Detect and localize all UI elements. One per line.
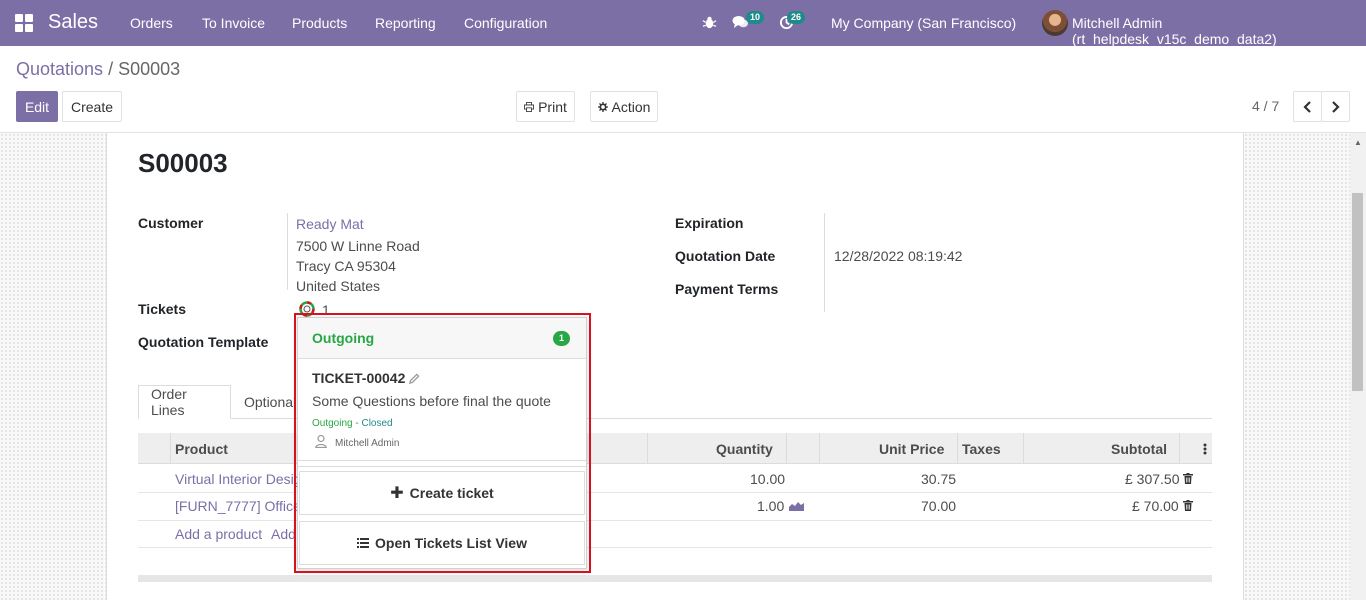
menu-configuration[interactable]: Configuration <box>464 15 547 31</box>
add-section-link[interactable]: Add <box>271 526 296 542</box>
address-country: United States <box>296 278 381 294</box>
quotation-date-label: Quotation Date <box>675 248 776 264</box>
edit-button[interactable]: Edit <box>16 91 58 122</box>
pager-previous-button[interactable] <box>1293 91 1322 122</box>
line-product[interactable]: Virtual Interior Design <box>175 471 309 487</box>
print-label: Print <box>538 98 567 115</box>
column-header-unit-price[interactable]: Unit Price <box>879 441 944 457</box>
company-switcher[interactable]: My Company (San Francisco) <box>831 15 1016 31</box>
trash-icon[interactable] <box>1183 500 1193 511</box>
quotation-date-value[interactable]: 12/28/2022 08:19:42 <box>834 248 962 264</box>
chevron-right-icon <box>1332 100 1340 113</box>
breadcrumb-separator: / <box>103 59 119 79</box>
record-title: S00003 <box>138 148 228 178</box>
pager-next-button[interactable] <box>1321 91 1350 122</box>
menu-orders[interactable]: Orders <box>130 15 173 31</box>
column-options-icon[interactable] <box>1203 443 1207 455</box>
trash-icon[interactable] <box>1183 473 1193 484</box>
top-navbar: Sales Orders To Invoice Products Reporti… <box>0 0 1366 47</box>
quotation-template-label: Quotation Template <box>138 334 269 350</box>
print-icon <box>524 101 535 112</box>
line-unit-price[interactable]: 30.75 <box>921 471 956 487</box>
apps-menu-icon[interactable] <box>15 14 33 32</box>
expiration-label: Expiration <box>675 215 744 231</box>
line-subtotal: £ 70.00 <box>1132 498 1179 514</box>
chat-count-badge: 10 <box>746 11 765 24</box>
tickets-label: Tickets <box>138 301 186 317</box>
address-street: 7500 W Linne Road <box>296 238 420 254</box>
add-product-link[interactable]: Add a product <box>175 526 262 542</box>
column-separator <box>170 433 171 464</box>
activity-count-badge: 26 <box>787 11 806 24</box>
column-header-taxes[interactable]: Taxes <box>962 441 1001 457</box>
print-button[interactable]: Print <box>516 91 575 122</box>
column-separator <box>1023 433 1024 464</box>
menu-to-invoice[interactable]: To Invoice <box>202 15 265 31</box>
action-button[interactable]: Action <box>590 91 658 122</box>
scroll-up-arrow-icon[interactable]: ▲ <box>1354 138 1362 147</box>
menu-products[interactable]: Products <box>292 15 347 31</box>
payment-terms-label: Payment Terms <box>675 281 779 297</box>
column-header-quantity[interactable]: Quantity <box>716 441 773 457</box>
breadcrumb-current: S00003 <box>118 59 181 79</box>
column-separator <box>1179 433 1180 464</box>
forecast-chart-icon[interactable] <box>789 500 804 511</box>
tab-order-lines[interactable]: Order Lines <box>138 385 231 419</box>
pager-value[interactable]: 4 / 7 <box>1252 98 1279 114</box>
column-header-product[interactable]: Product <box>175 441 228 457</box>
line-quantity[interactable]: 1.00 <box>757 498 784 514</box>
user-avatar[interactable] <box>1042 10 1068 36</box>
field-divider-right <box>824 213 825 312</box>
column-header-subtotal[interactable]: Subtotal <box>1111 441 1167 457</box>
user-menu[interactable]: Mitchell Admin (rt_helpdesk_v15c_demo_da… <box>1072 15 1366 47</box>
column-separator <box>957 433 958 464</box>
line-subtotal: £ 307.50 <box>1125 471 1180 487</box>
menu-reporting[interactable]: Reporting <box>375 15 436 31</box>
column-separator <box>786 433 787 464</box>
column-separator <box>819 433 820 464</box>
app-name[interactable]: Sales <box>48 11 98 34</box>
line-product[interactable]: [FURN_7777] Office <box>175 498 301 514</box>
gear-icon <box>597 101 608 112</box>
action-label: Action <box>611 98 651 115</box>
scrollbar-thumb[interactable] <box>1352 193 1363 391</box>
field-divider <box>287 213 288 290</box>
customer-link[interactable]: Ready Mat <box>296 216 364 232</box>
customer-label: Customer <box>138 215 204 231</box>
debug-bug-icon[interactable] <box>702 15 717 30</box>
breadcrumb-quotations[interactable]: Quotations <box>16 59 103 79</box>
chevron-left-icon <box>1303 100 1311 113</box>
breadcrumb: Quotations / S00003 <box>16 59 180 80</box>
address-city: Tracy CA 95304 <box>296 258 396 274</box>
column-separator <box>647 433 648 464</box>
table-footer-bar <box>138 575 1212 582</box>
line-quantity[interactable]: 10.00 <box>750 471 785 487</box>
highlight-box <box>294 313 591 573</box>
line-unit-price[interactable]: 70.00 <box>921 498 956 514</box>
create-button[interactable]: Create <box>62 91 122 122</box>
